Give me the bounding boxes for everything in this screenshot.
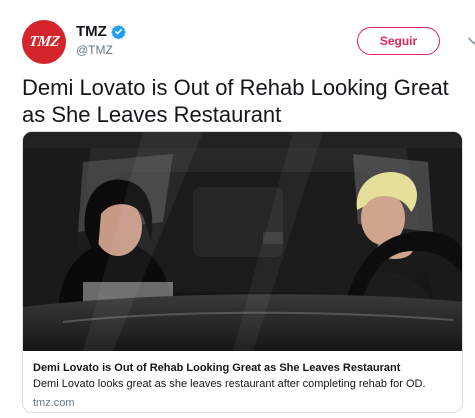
tmz-logo: TMZ	[27, 33, 61, 50]
card-domain[interactable]: tmz.com	[33, 396, 454, 410]
chevron-down-icon[interactable]	[467, 34, 475, 48]
card-title[interactable]: Demi Lovato is Out of Rehab Looking Grea…	[33, 361, 454, 375]
link-card[interactable]: Demi Lovato is Out of Rehab Looking Grea…	[22, 131, 463, 413]
follow-button[interactable]: Seguir	[357, 27, 440, 55]
card-photo[interactable]	[23, 132, 463, 351]
tweet-text: Demi Lovato is Out of Rehab Looking Grea…	[22, 75, 449, 127]
display-name[interactable]: TMZ	[76, 23, 107, 40]
verified-icon	[111, 24, 126, 39]
tweet-header: TMZ TMZ @TMZ Seguir	[22, 16, 475, 66]
tweet: TMZ TMZ @TMZ Seguir Demi Lovato is Out o…	[0, 0, 475, 418]
card-description: Demi Lovato looks great as she leaves re…	[33, 378, 426, 390]
handle[interactable]: @TMZ	[76, 43, 126, 57]
account-info[interactable]: TMZ @TMZ	[76, 23, 126, 57]
chevron-down-shape	[468, 37, 475, 45]
name-row: TMZ	[76, 23, 126, 40]
card-body[interactable]: Demi Lovato is Out of Rehab Looking Grea…	[23, 351, 462, 412]
avatar[interactable]: TMZ	[22, 20, 66, 64]
